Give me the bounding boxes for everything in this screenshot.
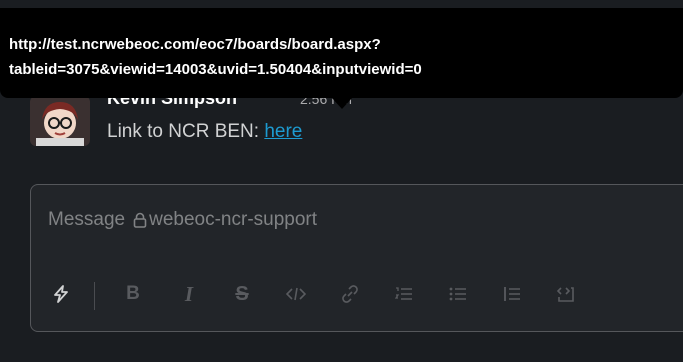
message-text: Link to NCR BEN: here (107, 121, 302, 143)
url-tooltip: http://test.ncrwebeoc.com/eoc7/boards/bo… (0, 8, 683, 98)
code-block-icon[interactable] (552, 280, 580, 308)
italic-icon[interactable]: I (175, 280, 203, 308)
avatar[interactable] (30, 96, 90, 146)
toolbar-divider (94, 282, 95, 310)
blockquote-icon[interactable] (498, 280, 526, 308)
message-composer[interactable]: Message webeoc-ncr-support B I S (30, 184, 683, 332)
lock-icon (133, 212, 147, 228)
bulleted-list-icon[interactable] (444, 280, 472, 308)
message-link[interactable]: here (264, 121, 302, 142)
code-icon[interactable] (282, 280, 310, 308)
formatting-toolbar: B I S (31, 277, 671, 311)
link-icon[interactable] (336, 280, 364, 308)
shortcuts-icon[interactable] (47, 280, 75, 308)
channel-name: webeoc-ncr-support (149, 209, 318, 230)
message-input[interactable]: Message webeoc-ncr-support (48, 209, 317, 231)
tooltip-arrow (331, 97, 353, 109)
strikethrough-icon[interactable]: S (228, 280, 256, 308)
avatar-image (30, 96, 90, 146)
bold-icon[interactable]: B (119, 280, 147, 308)
message-input-prefix: Message (48, 209, 126, 230)
message-text-label: Link to NCR BEN: (107, 121, 265, 142)
tooltip-url-line-1: http://test.ncrwebeoc.com/eoc7/boards/bo… (9, 36, 381, 53)
tooltip-url-line-2: tableid=3075&viewid=14003&uvid=1.50404&i… (9, 61, 422, 78)
ordered-list-icon[interactable] (390, 280, 418, 308)
